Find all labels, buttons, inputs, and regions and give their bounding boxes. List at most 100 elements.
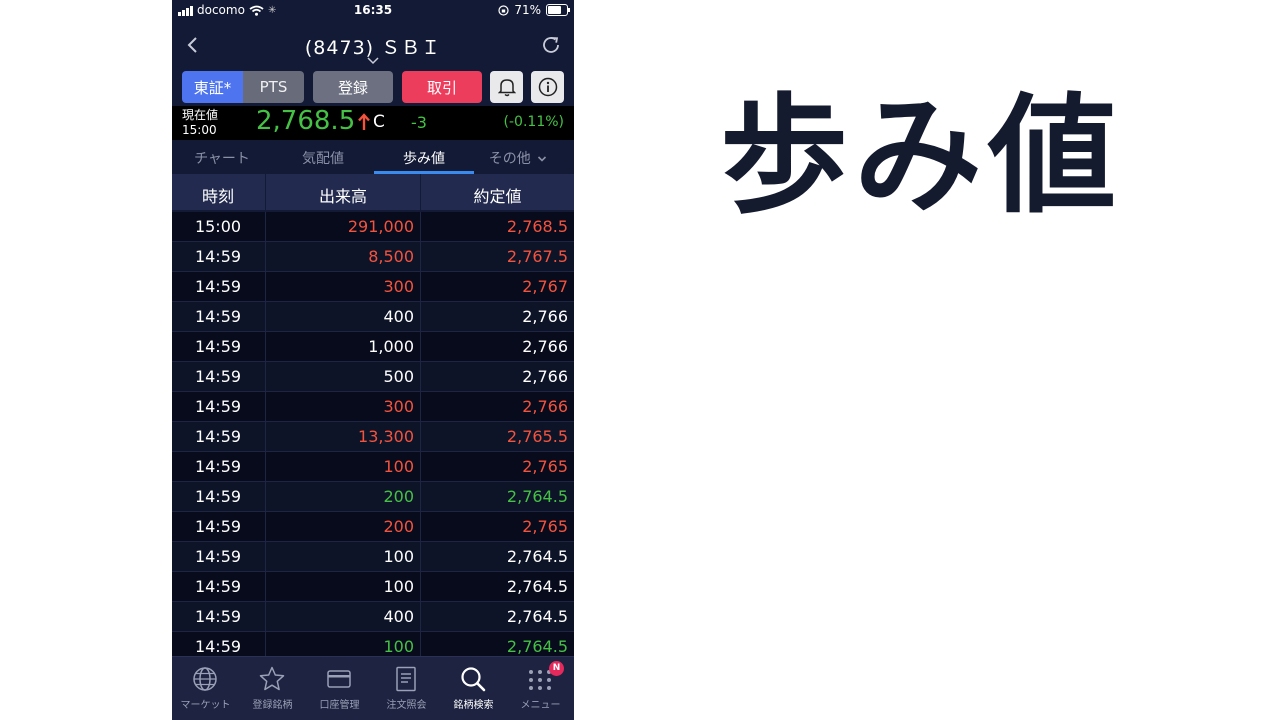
table-row: 14:59 100 2,765 [172,452,574,482]
tabbar-market[interactable]: マーケット [172,657,239,720]
column-divider [265,332,266,362]
column-divider [420,542,421,572]
row-price: 2,765.5 [506,427,568,446]
current-price-value: 2,768.5 [256,106,356,136]
row-volume: 100 [383,577,414,596]
tabbar-watchlist[interactable]: 登録銘柄 [239,657,306,720]
tabbar-orders[interactable]: 注文照会 [373,657,440,720]
pts-market-button[interactable]: PTS [243,71,304,103]
table-row: 14:59 300 2,767 [172,272,574,302]
row-price: 2,764.5 [506,637,568,656]
row-price: 2,766 [522,337,568,356]
column-divider [420,242,421,272]
nav-bar: (8473) ＳＢＩ [172,22,574,68]
column-divider [420,362,421,392]
tabbar-watchlist-label: 登録銘柄 [252,700,293,711]
table-row: 14:59 400 2,764.5 [172,602,574,632]
tabbar-search[interactable]: 銘柄検索 [440,657,507,720]
tabbar-menu-label: メニュー [520,700,561,711]
column-divider [265,212,266,242]
row-time: 14:59 [194,517,242,536]
column-divider [420,272,421,302]
row-volume: 100 [383,547,414,566]
column-divider [420,302,421,332]
tab-quotes[interactable]: 気配値 [273,148,373,168]
status-right: 71% [498,3,570,17]
row-time: 14:59 [194,577,242,596]
row-price: 2,765 [522,517,568,536]
tabbar-account-label: 口座管理 [319,700,360,711]
chevron-down-icon[interactable] [365,56,381,66]
column-divider [420,452,421,482]
tse-market-button[interactable]: 東証* [182,71,243,103]
tabbar-orders-label: 注文照会 [386,700,427,711]
column-divider [265,482,266,512]
table-row: 15:00 291,000 2,768.5 [172,212,574,242]
table-row: 14:59 1,000 2,766 [172,332,574,362]
tabbar-account[interactable]: 口座管理 [306,657,373,720]
row-volume: 300 [383,277,414,296]
row-volume: 1,000 [368,337,414,356]
column-divider [265,242,266,272]
row-time: 14:59 [194,547,242,566]
column-header-volume: 出来高 [318,187,367,206]
row-volume: 200 [383,517,414,536]
row-time: 14:59 [194,277,242,296]
column-divider [420,572,421,602]
table-row: 14:59 500 2,766 [172,362,574,392]
alert-button[interactable] [490,71,523,103]
row-volume: 200 [383,487,414,506]
register-button[interactable]: 登録 [313,71,393,103]
row-price: 2,765 [522,457,568,476]
tab-other-label: その他 [488,151,531,167]
battery-icon [546,4,570,16]
notification-badge: N [549,661,564,676]
column-divider [265,542,266,572]
row-price: 2,764.5 [506,577,568,596]
row-price: 2,766 [522,367,568,386]
row-time: 14:59 [194,457,242,476]
tab-time-and-sales[interactable]: 歩み値 [374,148,474,168]
table-row: 14:59 200 2,765 [172,512,574,542]
table-header: 時刻 出来高 約定値 [172,174,574,210]
row-time: 14:59 [194,427,242,446]
current-price-time: 15:00 [182,123,217,137]
column-divider [265,572,266,602]
row-time: 14:59 [194,307,242,326]
column-header-price: 約定値 [473,187,522,206]
row-time: 14:59 [194,637,242,656]
tabbar-market-label: マーケット [180,700,231,711]
column-divider [265,512,266,542]
refresh-icon[interactable] [540,34,562,56]
table-row: 14:59 100 2,764.5 [172,542,574,572]
action-button-row: 東証* PTS 登録 取引 [172,68,574,106]
price-change-percent: (-0.11%) [503,114,564,130]
column-divider [420,482,421,512]
column-divider [420,512,421,542]
row-price: 2,768.5 [506,217,568,236]
row-time: 14:59 [194,247,242,266]
row-time: 14:59 [194,487,242,506]
current-price-label: 現在値 15:00 [182,108,218,138]
row-volume: 291,000 [347,217,414,236]
tabbar-menu[interactable]: N メニュー [507,657,574,720]
status-bar: docomo ✳ 16:35 71% [172,0,574,22]
current-price-bar: 現在値 15:00 2,768.5 C -3 (-0.11%) [172,106,574,140]
info-button[interactable] [531,71,564,103]
table-row: 14:59 300 2,766 [172,392,574,422]
row-time: 15:00 [194,217,242,236]
column-divider [265,422,266,452]
row-volume: 8,500 [368,247,414,266]
table-row: 14:59 13,300 2,765.5 [172,422,574,452]
card-icon [327,670,351,688]
row-volume: 100 [383,457,414,476]
tab-chart[interactable]: チャート [172,148,272,168]
trade-button[interactable]: 取引 [402,71,482,103]
row-price: 2,767 [522,277,568,296]
table-row: 14:59 200 2,764.5 [172,482,574,512]
row-volume: 400 [383,307,414,326]
chevron-down-icon [538,156,547,162]
row-time: 14:59 [194,397,242,416]
tab-other[interactable]: その他 [475,148,561,168]
table-row: 14:59 8,500 2,767.5 [172,242,574,272]
